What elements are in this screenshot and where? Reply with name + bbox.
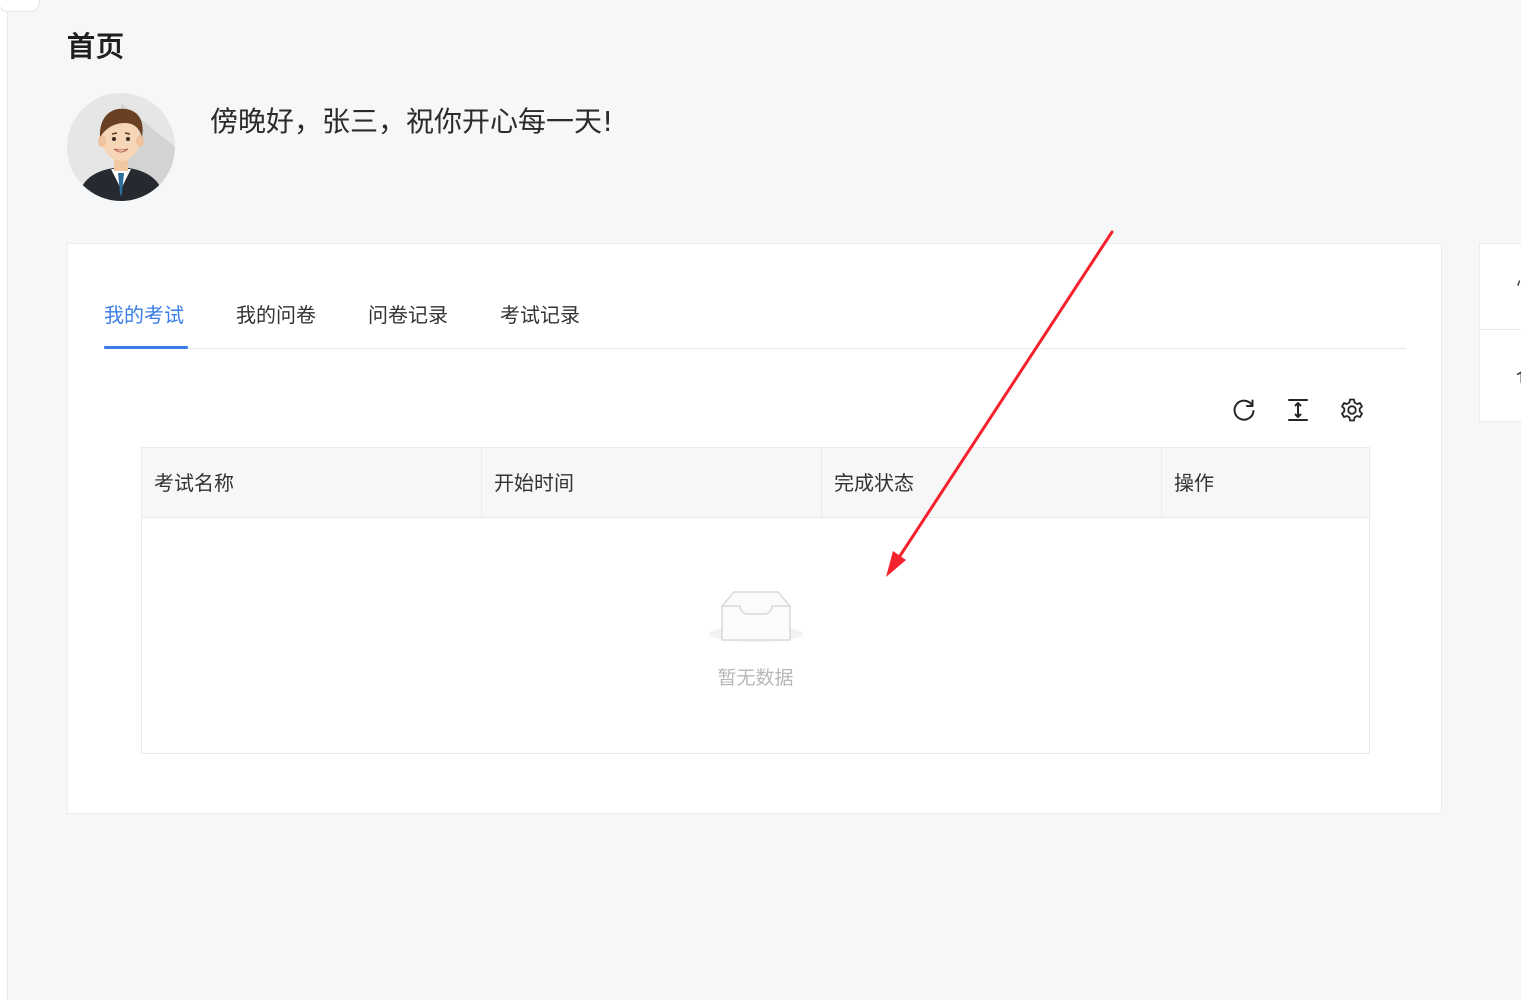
page-title: 首页 [67,30,126,63]
density-button[interactable] [1282,394,1314,426]
refresh-icon [1233,399,1255,421]
empty-text: 暂无数据 [717,667,794,689]
column-header-exam-name[interactable]: 考试名称 [142,448,482,517]
refresh-button[interactable] [1228,394,1260,426]
column-header-start-time[interactable]: 开始时间 [482,448,822,517]
side-panel-item[interactable]: 忄 [1516,272,1521,300]
exam-table: 考试名称 开始时间 完成状态 操作 暂无数据 [141,447,1370,754]
active-tab-indicator [104,346,188,349]
side-panel: 忄 仓 [1479,243,1521,422]
user-avatar-icon [67,93,175,201]
empty-inbox-icon [709,591,803,642]
side-panel-item[interactable]: 仓 [1516,362,1521,390]
avatar [67,93,175,201]
collapse-handle[interactable] [0,0,40,12]
table-header: 考试名称 开始时间 完成状态 操作 [142,448,1369,518]
exam-card: 我的考试 我的问卷 问卷记录 考试记录 考试名称 开始时间 完成状态 操作 暂无… [67,243,1442,814]
empty-state: 暂无数据 [142,578,1369,698]
tab-survey-records[interactable]: 问卷记录 [368,300,448,330]
side-panel-divider [1480,329,1521,330]
column-height-icon [1288,399,1308,421]
tab-exam-records[interactable]: 考试记录 [500,300,580,330]
settings-icon [1341,398,1363,422]
tab-my-surveys[interactable]: 我的问卷 [236,300,316,330]
tab-bar: 我的考试 我的问卷 问卷记录 考试记录 [104,284,1406,349]
column-header-status[interactable]: 完成状态 [822,448,1162,517]
column-header-actions[interactable]: 操作 [1162,448,1369,517]
column-settings-button[interactable] [1336,394,1368,426]
greeting-text: 傍晚好，张三，祝你开心每一天! [210,105,614,138]
tab-my-exams[interactable]: 我的考试 [104,300,184,330]
